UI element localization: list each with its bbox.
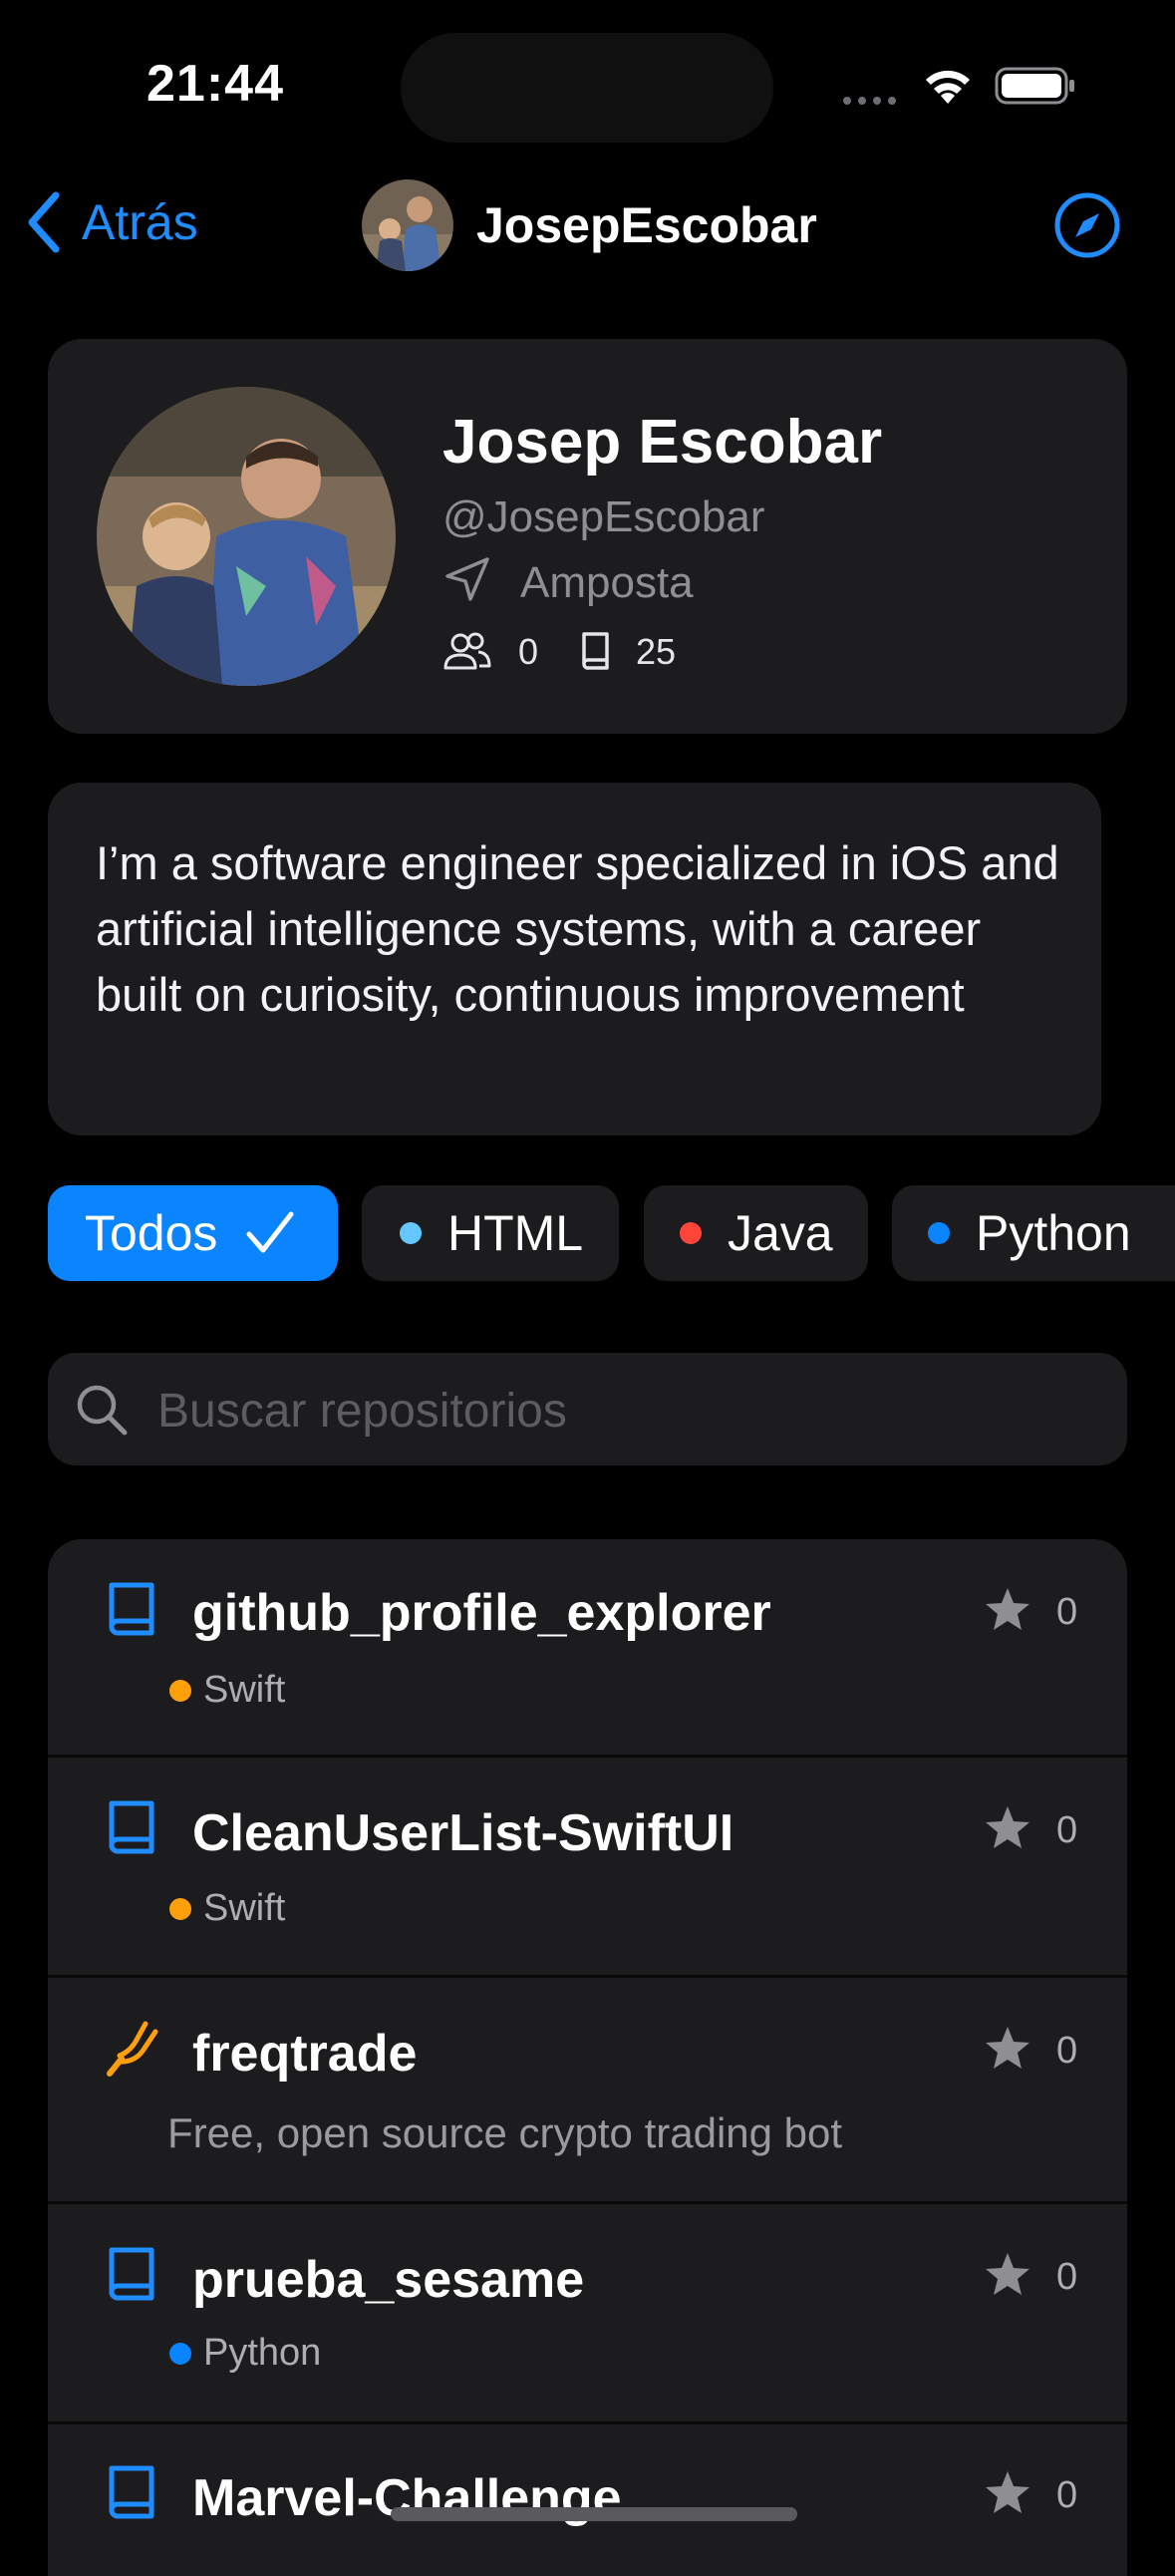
profile-location: Amposta (520, 558, 694, 607)
followers-count: 0 (518, 631, 539, 672)
filter-chip-html[interactable]: HTML (362, 1185, 619, 1281)
profile-name: Josep Escobar (442, 408, 883, 477)
repo-name: freqtrade (192, 2025, 418, 2083)
book-icon (582, 632, 609, 670)
repo-language: Swift (169, 1887, 285, 1930)
status-time: 21:44 (147, 55, 284, 113)
star-icon (986, 1588, 1029, 1630)
search-icon (77, 1385, 128, 1436)
profile-stats: 0 25 (442, 630, 676, 674)
nav-avatar (362, 179, 453, 271)
repo-row[interactable]: github_profile_explorer 0 Swift (48, 1539, 1127, 1755)
repo-row[interactable]: Marvel-Challenge 0 (48, 2424, 1127, 2576)
filter-chip-label: Java (728, 1205, 833, 1261)
repo-star-count: 0 (1056, 1809, 1078, 1851)
location-arrow-icon (445, 557, 489, 601)
repo-row[interactable]: prueba_sesame 0 Python (48, 2204, 1127, 2421)
repo-language-label: Python (203, 2332, 322, 2374)
book-icon (109, 1800, 154, 1854)
profile-username: @JosepEscobar (442, 492, 765, 541)
repo-name: prueba_sesame (192, 2251, 585, 2309)
repo-star-count: 0 (1056, 1591, 1078, 1633)
back-label: Atrás (82, 194, 198, 250)
repo-row[interactable]: freqtrade 0 Free, open source crypto tra… (48, 1978, 1127, 2201)
repos-count: 25 (636, 631, 677, 672)
bio-text: I’m a software engineer specialized in i… (96, 836, 1059, 1021)
chevron-left-icon (28, 191, 60, 253)
language-dot (400, 1222, 422, 1244)
nav-title: JosepEscobar (476, 197, 817, 253)
star-icon (986, 1806, 1029, 1848)
book-icon (109, 2465, 154, 2519)
wifi-icon (926, 70, 970, 104)
repo-language-label: Swift (203, 1887, 286, 1929)
search-placeholder: Buscar repositorios (157, 1385, 567, 1438)
home-indicator[interactable] (391, 2507, 797, 2521)
dynamic-island (401, 33, 773, 143)
filter-chip-java[interactable]: Java (644, 1185, 868, 1281)
repo-name: CleanUserList-SwiftUI (192, 1804, 734, 1862)
book-icon (109, 1582, 154, 1636)
repo-description: Free, open source crypto trading bot (167, 2109, 843, 2156)
language-dot (169, 2342, 191, 2365)
repo-star-count: 0 (1056, 2030, 1078, 2072)
people-icon (443, 632, 491, 670)
cellular-signal-icon (843, 97, 896, 105)
book-icon (109, 2247, 154, 2301)
filter-chip-label: Todos (85, 1205, 218, 1261)
repository-list: github_profile_explorer 0 Swift CleanUse… (48, 1539, 1127, 2576)
profile-avatar (97, 387, 396, 686)
filter-chip-todos[interactable]: Todos (48, 1185, 338, 1281)
repo-language: Python (169, 2332, 321, 2375)
repo-language: Swift (169, 1669, 285, 1712)
repo-row[interactable]: CleanUserList-SwiftUI 0 Swift (48, 1758, 1127, 1975)
filter-chip-python[interactable]: Python (892, 1185, 1175, 1281)
star-icon (986, 2027, 1029, 2069)
filter-chip-label: HTML (447, 1205, 584, 1261)
fork-icon (107, 2021, 158, 2077)
compass-icon[interactable] (1053, 191, 1121, 259)
back-button[interactable]: Atrás (24, 191, 198, 253)
repo-language-label: Swift (203, 1669, 286, 1711)
language-dot (680, 1222, 702, 1244)
repo-star-count: 0 (1056, 2256, 1078, 2298)
repo-star-count: 0 (1056, 2474, 1078, 2516)
star-icon (986, 2253, 1029, 2295)
checkmark-icon (246, 1211, 294, 1253)
battery-icon (995, 67, 1074, 105)
language-dot (928, 1222, 950, 1244)
repo-name: github_profile_explorer (192, 1584, 771, 1642)
language-dot (169, 1679, 191, 1702)
star-icon (986, 2471, 1029, 2513)
filter-chip-label: Python (976, 1205, 1131, 1261)
language-dot (169, 1897, 191, 1920)
